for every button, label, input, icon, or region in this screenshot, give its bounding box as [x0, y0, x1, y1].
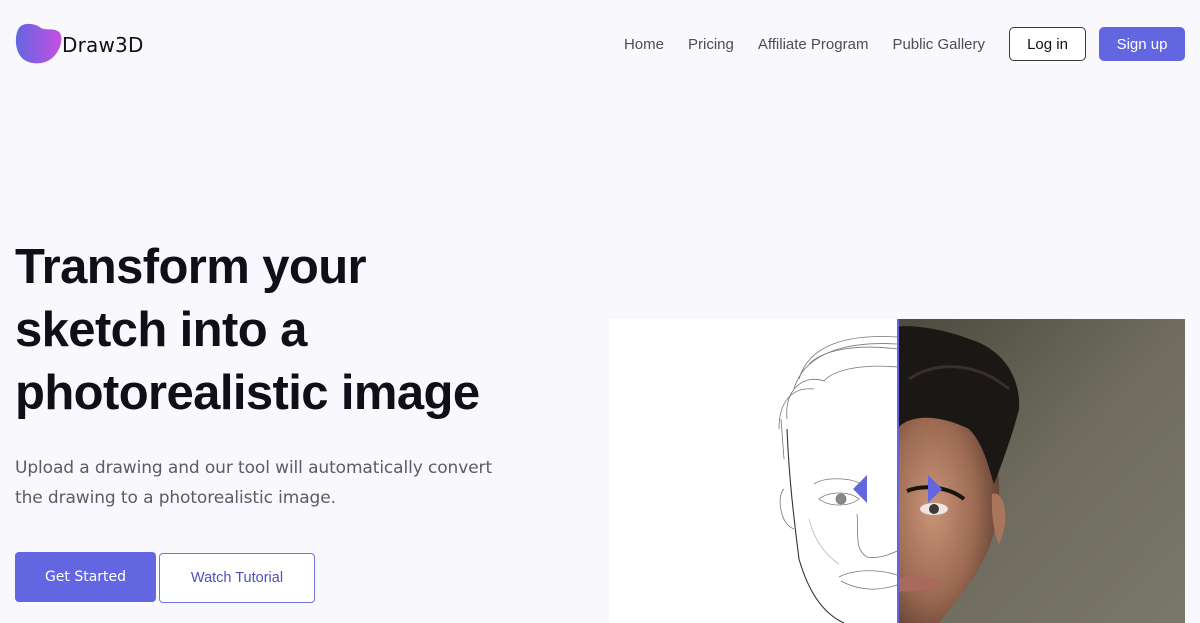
- comparison-slider-divider[interactable]: [897, 319, 899, 623]
- nav-public-gallery[interactable]: Public Gallery: [892, 36, 985, 53]
- get-started-button[interactable]: Get Started: [15, 552, 156, 602]
- photo-image: [897, 319, 1185, 623]
- nav-pricing[interactable]: Pricing: [688, 36, 734, 53]
- signup-button[interactable]: Sign up: [1099, 27, 1185, 61]
- blob-logo-icon: [15, 23, 62, 64]
- nav-affiliate-program[interactable]: Affiliate Program: [758, 36, 869, 53]
- hero-title-line: sketch into a: [15, 303, 307, 357]
- hero-subtitle: Upload a drawing and our tool will autom…: [15, 453, 515, 513]
- brand-logo[interactable]: Draw3D: [15, 23, 144, 64]
- nav-home[interactable]: Home: [624, 36, 664, 53]
- site-header: Draw3D Home Pricing Affiliate Program Pu…: [0, 0, 1200, 88]
- brand-name: Draw3D: [62, 32, 144, 57]
- arrow-right-icon[interactable]: [928, 475, 942, 503]
- hero-subtitle-line: Upload a drawing and our tool will autom…: [15, 458, 493, 478]
- sketch-image: [609, 319, 897, 623]
- hero-subtitle-line: the drawing to a photorealistic image.: [15, 488, 336, 508]
- watch-tutorial-button[interactable]: Watch Tutorial: [159, 553, 315, 603]
- arrow-left-icon[interactable]: [853, 475, 867, 503]
- main-nav: Home Pricing Affiliate Program Public Ga…: [624, 27, 1185, 61]
- hero-title-line: Transform your: [15, 240, 367, 294]
- hero-title: Transform your sketch into a photorealis…: [15, 236, 575, 425]
- hero-title-line: photorealistic image: [15, 366, 480, 420]
- login-button[interactable]: Log in: [1009, 27, 1086, 61]
- before-after-comparison[interactable]: [609, 319, 1185, 623]
